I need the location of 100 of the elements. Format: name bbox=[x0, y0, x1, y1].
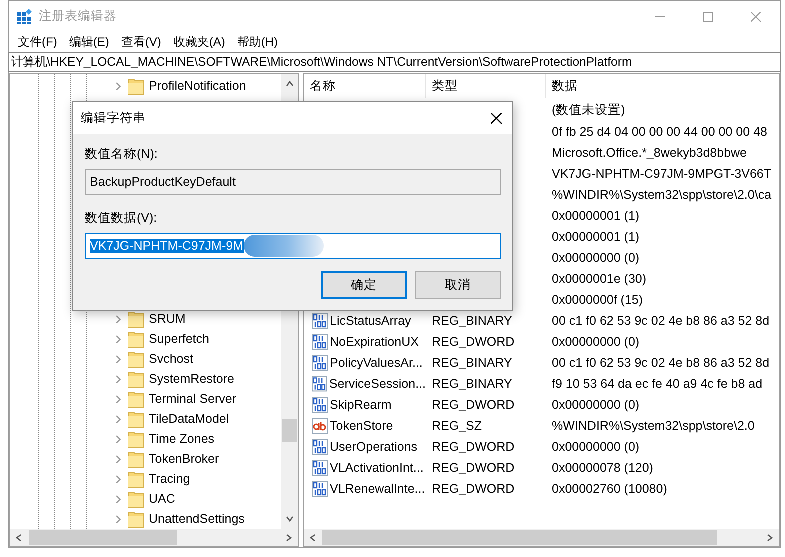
value-name: UserOperations bbox=[330, 440, 418, 454]
folder-icon bbox=[128, 470, 144, 488]
field-label: 数值名称(N): bbox=[85, 146, 159, 163]
scroll-right-icon[interactable] bbox=[284, 532, 294, 542]
value-data-field[interactable]: VK7JG-NPHTM-C97JM-9M bbox=[85, 233, 501, 259]
column-header[interactable]: 名称 bbox=[304, 74, 426, 98]
value-name-field: BackupProductKeyDefault bbox=[85, 169, 501, 195]
value-data: 0x00000000 (0) bbox=[552, 250, 640, 264]
folder-icon bbox=[128, 370, 144, 388]
value-type: REG_BINARY bbox=[432, 356, 512, 370]
tree-item[interactable]: Superfetch bbox=[149, 332, 210, 346]
menu-item[interactable]: 编辑(E) bbox=[64, 34, 114, 50]
address-bar[interactable]: 计算机\HKEY_LOCAL_MACHINE\SOFTWARE\Microsoft\Windows NT\CurrentVersion\SoftwareProtectionPlatform bbox=[8, 52, 781, 72]
cancel-button[interactable]: 取消 bbox=[415, 271, 501, 299]
tree-item[interactable]: UnattendSettings bbox=[149, 512, 245, 526]
value-name: SkipRearm bbox=[330, 398, 392, 412]
value-type: REG_DWORD bbox=[432, 482, 515, 496]
menu-item[interactable]: 收藏夹(A) bbox=[168, 34, 230, 50]
folder-icon bbox=[128, 490, 144, 508]
folder-icon bbox=[128, 350, 144, 368]
folder-icon bbox=[128, 310, 144, 328]
binary-value-icon bbox=[312, 354, 328, 370]
scroll-left-icon[interactable] bbox=[14, 532, 24, 542]
menu-item[interactable]: 帮助(H) bbox=[232, 34, 283, 50]
scroll-thumb[interactable] bbox=[282, 419, 297, 442]
column-header[interactable]: 类型 bbox=[426, 74, 546, 98]
value-data: 0f fb 25 d4 04 00 00 00 44 00 00 00 48 bbox=[552, 124, 768, 138]
value-data: 0x00000000 (0) bbox=[552, 398, 640, 412]
field-label: 数值数据(V): bbox=[85, 210, 158, 227]
folder-icon bbox=[128, 330, 144, 348]
binary-value-icon bbox=[312, 396, 328, 412]
value-name: ServiceSession... bbox=[329, 376, 426, 390]
tree-item[interactable]: ProfileNotification bbox=[149, 79, 246, 93]
value-type: REG_DWORD bbox=[432, 398, 515, 412]
horizontal-scrollbar[interactable] bbox=[304, 529, 779, 546]
tree-item[interactable]: Svchost bbox=[149, 352, 194, 366]
scroll-thumb[interactable] bbox=[322, 530, 717, 545]
value-data: 0x00000078 (120) bbox=[552, 460, 654, 474]
value-type: REG_SZ bbox=[432, 418, 482, 432]
value-data: 0x00000000 (0) bbox=[552, 334, 640, 348]
value-data: 0x00000000 (0) bbox=[552, 440, 640, 454]
folder-icon bbox=[128, 450, 144, 468]
value-type: REG_BINARY bbox=[432, 314, 512, 328]
ok-button[interactable]: 确定 bbox=[321, 271, 407, 299]
folder-icon bbox=[128, 390, 144, 408]
value-name: VLRenewalInte... bbox=[330, 482, 426, 496]
value-data: 0x0000001e (30) bbox=[552, 272, 647, 286]
value-type: REG_DWORD bbox=[432, 334, 515, 348]
scroll-up-icon[interactable] bbox=[284, 79, 294, 89]
binary-value-icon bbox=[312, 376, 328, 392]
menu-item[interactable]: 文件(F) bbox=[13, 34, 62, 50]
scroll-down-icon[interactable] bbox=[284, 514, 294, 524]
tree-item[interactable]: Time Zones bbox=[149, 432, 215, 446]
maximize-button[interactable] bbox=[703, 12, 713, 22]
tree-item[interactable]: Terminal Server bbox=[149, 392, 237, 406]
horizontal-scrollbar[interactable] bbox=[10, 529, 298, 546]
dialog-title: 编辑字符串 bbox=[81, 110, 146, 126]
window-title: 注册表编辑器 bbox=[39, 8, 117, 25]
folder-icon bbox=[128, 430, 144, 448]
binary-value-icon bbox=[312, 460, 328, 476]
value-data: 00 c1 f0 62 53 9c 02 4e b8 86 a3 52 8d bbox=[552, 314, 770, 328]
tree-item[interactable]: TokenBroker bbox=[149, 452, 220, 466]
tree-item[interactable]: SystemRestore bbox=[149, 372, 234, 386]
value-data: 0x00002760 (10080) bbox=[552, 482, 668, 496]
value-name: TokenStore bbox=[330, 418, 394, 432]
scroll-thumb[interactable] bbox=[29, 530, 177, 545]
value-type: REG_BINARY bbox=[432, 376, 512, 390]
value-data: %WINDIR%\System32\spp\store\2.0\ca bbox=[552, 188, 772, 202]
value-data: Microsoft.Office.*_8wekyb3d8bbwe bbox=[552, 146, 748, 160]
value-name: VLActivationInt... bbox=[330, 460, 424, 474]
registry-app-icon bbox=[16, 8, 33, 25]
tree-item[interactable]: UAC bbox=[149, 492, 176, 506]
tree-item[interactable]: Tracing bbox=[149, 472, 190, 486]
binary-value-icon bbox=[312, 438, 328, 454]
tree-item[interactable]: SRUM bbox=[149, 312, 186, 326]
value-data: f9 10 53 64 da ec fe 40 a9 4c fe b8 ad bbox=[552, 376, 763, 390]
value-data: %WINDIR%\System32\spp\store\2.0 bbox=[552, 418, 755, 432]
value-data: 0x0000000f (15) bbox=[552, 292, 644, 306]
value-data: 0x00000001 (1) bbox=[552, 208, 640, 222]
value-name: PolicyValuesAr... bbox=[330, 356, 423, 370]
string-value-icon bbox=[312, 418, 328, 434]
scroll-right-icon[interactable] bbox=[765, 532, 775, 542]
close-button[interactable] bbox=[491, 112, 502, 124]
value-data: 0x00000001 (1) bbox=[552, 230, 640, 244]
value-name: NoExpirationUX bbox=[330, 334, 419, 348]
scroll-left-icon[interactable] bbox=[308, 532, 318, 542]
folder-icon bbox=[128, 510, 144, 528]
binary-value-icon bbox=[312, 334, 328, 350]
value-type: REG_DWORD bbox=[432, 460, 515, 474]
folder-icon bbox=[128, 410, 144, 428]
value-name: LicStatusArray bbox=[330, 314, 412, 328]
value-type: REG_DWORD bbox=[432, 440, 515, 454]
value-data: (数值未设置) bbox=[552, 102, 626, 119]
value-data: VK7JG-NPHTM-C97JM-9MPGT-3V66T bbox=[552, 166, 772, 180]
tree-item[interactable]: TileDataModel bbox=[149, 412, 230, 426]
folder-icon bbox=[128, 77, 144, 95]
binary-value-icon bbox=[312, 312, 328, 328]
binary-value-icon bbox=[312, 480, 328, 496]
menu-item[interactable]: 查看(V) bbox=[116, 34, 166, 50]
column-header[interactable]: 数据 bbox=[546, 74, 779, 98]
